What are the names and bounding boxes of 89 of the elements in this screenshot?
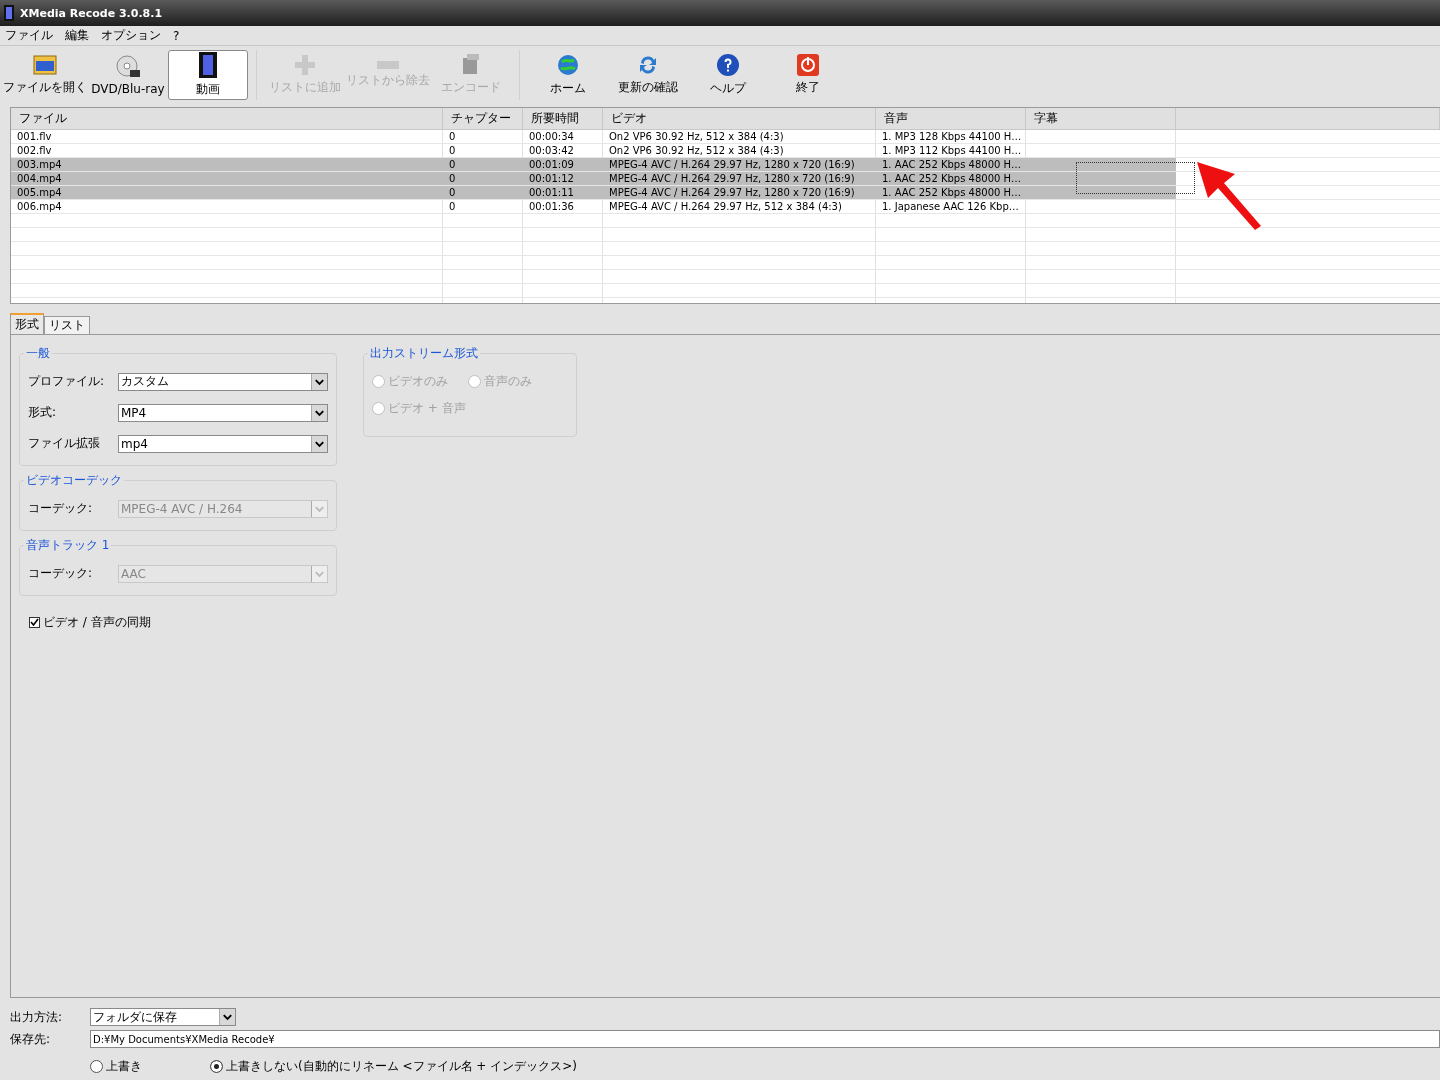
group-title: 音声トラック 1	[25, 537, 111, 554]
dropdown-caret-icon[interactable]	[311, 404, 327, 421]
disc-icon	[116, 54, 140, 79]
dropdown[interactable]: mp4	[118, 434, 328, 453]
table-cell-text: 0	[448, 200, 457, 214]
table-cell: 005.mp4	[11, 186, 443, 200]
table-cell: 00:01:12	[523, 172, 603, 186]
column-header[interactable]: ビデオ	[603, 108, 876, 130]
path-field[interactable]: D:¥My Documents¥XMedia Recode¥	[90, 1030, 1440, 1049]
column-header[interactable]: 字幕	[1026, 108, 1176, 130]
group-title: ビデオコーデック	[25, 472, 123, 489]
checkbox-label: ビデオ / 音声の同期	[43, 614, 151, 631]
column-header[interactable]: ファイル	[11, 108, 443, 130]
table-cell: 00:01:11	[523, 186, 603, 200]
table-cell: MPEG-4 AVC / H.264 29.97 Hz, 1280 x 720 (16:9)	[603, 172, 876, 186]
toolbar-button[interactable]: DVD/Blu-ray	[88, 50, 168, 100]
table-cell: 00:01:09	[523, 158, 603, 172]
radio-label: 上書きしない(自動的にリネーム <ファイル名 + インデックス>)	[226, 1057, 577, 1075]
field-label: コーデック:	[28, 565, 94, 582]
dropdown-caret-icon[interactable]	[219, 1009, 235, 1026]
table-cell-text: 00:01:36	[528, 200, 575, 214]
table-cell: 1. AAC 252 Kbps 48000 H…	[876, 172, 1026, 186]
group-title: 出力ストリーム形式	[369, 345, 479, 362]
toolbar-button[interactable]: 更新の確認	[608, 50, 688, 100]
table-cell: 1. AAC 252 Kbps 48000 H…	[876, 158, 1026, 172]
menu-item[interactable]: オプション	[101, 27, 161, 44]
table-cell-text: 001.flv	[16, 130, 53, 144]
refresh-icon	[637, 54, 659, 76]
table-cell-text: 0	[448, 130, 457, 144]
table-cell: MPEG-4 AVC / H.264 29.97 Hz, 1280 x 720 (16:9)	[603, 158, 876, 172]
tab[interactable]: リスト	[44, 316, 90, 334]
group-title: 一般	[25, 345, 51, 362]
plus-icon	[294, 54, 316, 76]
menu-item[interactable]: ファイル	[5, 27, 53, 44]
table-cell: MPEG-4 AVC / H.264 29.97 Hz, 1280 x 720 (16:9)	[603, 186, 876, 200]
window-title: XMedia Recode 3.0.8.1	[20, 6, 163, 20]
field-label: コーデック:	[28, 500, 94, 517]
toolbar-button[interactable]: ファイルを開く	[2, 50, 88, 100]
radio-button[interactable]	[90, 1059, 103, 1073]
column-header[interactable]: 音声	[876, 108, 1026, 130]
radio-button[interactable]	[210, 1059, 223, 1073]
table-cell: 003.mp4	[11, 158, 443, 172]
globe-icon	[556, 53, 580, 77]
dropdown-caret-icon[interactable]	[311, 435, 327, 452]
toolbar-button[interactable]: 終了	[768, 50, 848, 100]
table-cell-text: 1. MP3 128 Kbps 44100 H…	[881, 130, 1023, 144]
menu-item[interactable]: ?	[173, 28, 180, 43]
tab[interactable]: 形式	[10, 313, 44, 334]
table-cell: 1. AAC 252 Kbps 48000 H…	[876, 186, 1026, 200]
table-cell: 0	[443, 186, 523, 200]
radio-label: 音声のみ	[484, 373, 532, 390]
field-label: プロファイル:	[28, 373, 106, 390]
table-cell-text: 1. Japanese AAC 126 Kbp…	[881, 200, 1020, 214]
field-label: 出力方法:	[10, 1008, 64, 1026]
table-cell: 0	[443, 172, 523, 186]
dropdown[interactable]: MP4	[118, 403, 328, 422]
dropdown[interactable]: フォルダに保存	[90, 1008, 236, 1027]
menu-item[interactable]: 編集	[65, 27, 89, 44]
help-icon	[716, 53, 740, 77]
table-cell-text: 00:00:34	[528, 130, 575, 144]
column-header[interactable]: 所要時間	[523, 108, 603, 130]
table-cell-text: MPEG-4 AVC / H.264 29.97 Hz, 512 x 384 (4:3)	[608, 200, 843, 214]
toolbar-button[interactable]: ホーム	[528, 50, 608, 100]
table-cell-text: On2 VP6 30.92 Hz, 512 x 384 (4:3)	[608, 130, 785, 144]
table-cell-text: 006.mp4	[16, 200, 63, 214]
checkbox[interactable]	[29, 617, 40, 628]
film-strip-icon	[4, 5, 14, 21]
sync-checkbox[interactable]: ビデオ / 音声の同期	[29, 614, 337, 631]
table-cell: 004.mp4	[11, 172, 443, 186]
field-label: ファイル拡張	[28, 435, 101, 452]
radio-label: 上書き	[106, 1057, 142, 1075]
table-cell-text: 0	[448, 144, 457, 158]
table-cell-text: 00:03:42	[528, 144, 575, 158]
toolbar-button[interactable]: ヘルプ	[688, 50, 768, 100]
film-folder-icon	[33, 54, 57, 76]
field-label: 形式:	[28, 404, 58, 421]
table-cell-text: 1. MP3 112 Kbps 44100 H…	[881, 144, 1023, 158]
dropdown[interactable]: カスタム	[118, 372, 328, 391]
power-icon	[797, 54, 819, 76]
toolbar-button[interactable]: 動画	[168, 50, 248, 100]
minus-icon	[377, 61, 399, 69]
dropdown-caret-icon[interactable]	[311, 373, 327, 390]
table-cell-text: On2 VP6 30.92 Hz, 512 x 384 (4:3)	[608, 144, 785, 158]
column-header[interactable]: チャプター	[443, 108, 523, 130]
field-label: 保存先:	[10, 1031, 52, 1048]
printer-icon	[461, 54, 481, 76]
film-strip-icon	[199, 52, 217, 78]
table-cell-text: 002.flv	[16, 144, 53, 158]
table-cell: 0	[443, 158, 523, 172]
